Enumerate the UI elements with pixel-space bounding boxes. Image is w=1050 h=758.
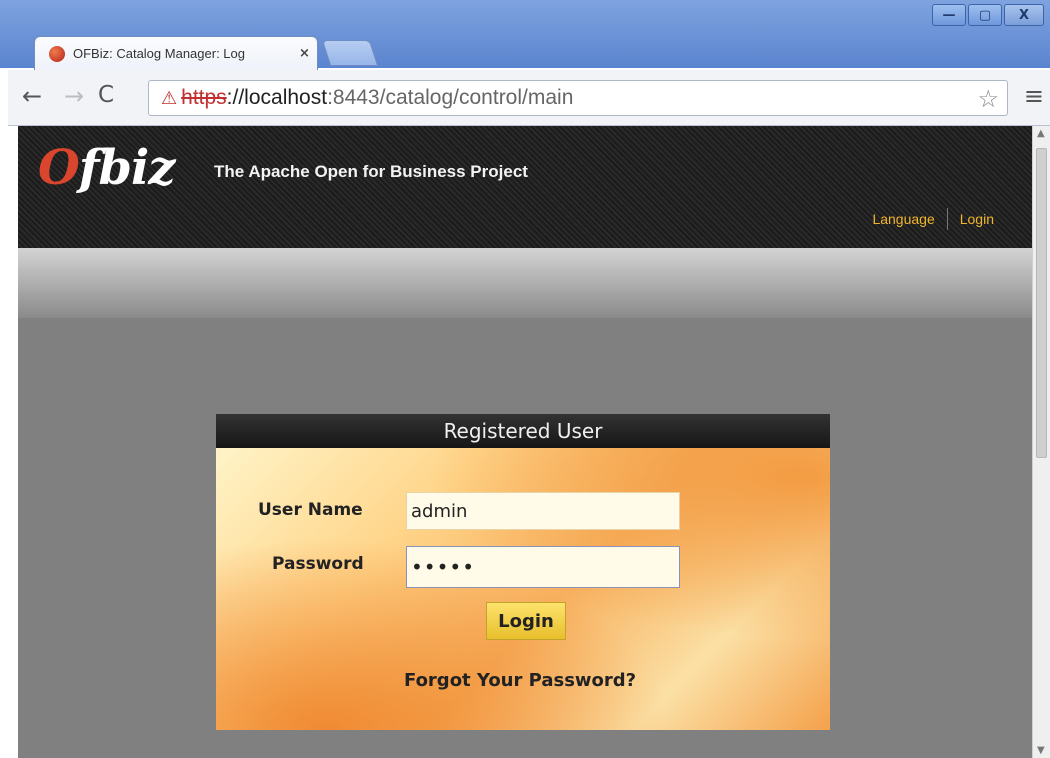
- lock-warning-icon: ⚠: [161, 87, 178, 108]
- window-controls: — ▢ X: [932, 4, 1044, 26]
- header-link-divider: [946, 208, 948, 230]
- back-arrow-icon[interactable]: ←: [22, 82, 42, 110]
- username-label: User Name: [258, 500, 363, 520]
- tab-close-icon[interactable]: ×: [299, 46, 310, 61]
- language-link[interactable]: Language: [872, 211, 934, 227]
- new-tab-button[interactable]: [321, 40, 379, 66]
- login-form: User Name Password Login Forgot Your Pas…: [216, 448, 830, 730]
- site-header: Ofbiz The Apache Open for Business Proje…: [18, 126, 1032, 248]
- tab-title: OFBiz: Catalog Manager: Log: [73, 46, 245, 61]
- site-tagline: The Apache Open for Business Project: [214, 162, 528, 181]
- url-host: ://localhost: [226, 86, 328, 109]
- forgot-password-link[interactable]: Forgot Your Password?: [404, 670, 636, 691]
- scrollbar-thumb[interactable]: [1036, 148, 1047, 458]
- close-window-button[interactable]: X: [1004, 4, 1044, 26]
- browser-titlebar: — ▢ X OFBiz: Catalog Manager: Log ×: [0, 0, 1050, 70]
- browser-toolbar: ← → C ⚠ https ://localhost :8443/catalog…: [8, 70, 1050, 126]
- reload-icon[interactable]: C: [98, 82, 114, 108]
- forward-arrow-icon[interactable]: →: [64, 82, 84, 110]
- address-bar[interactable]: ⚠ https ://localhost :8443/catalog/contr…: [148, 80, 1008, 116]
- header-links: Language Login: [872, 208, 994, 230]
- page-viewport: Ofbiz The Apache Open for Business Proje…: [18, 126, 1032, 758]
- minimize-button[interactable]: —: [932, 4, 966, 26]
- url-path: :8443/catalog/control/main: [327, 86, 574, 109]
- menu-icon[interactable]: ≡: [1024, 82, 1044, 110]
- url-scheme: https: [181, 86, 227, 109]
- ofbiz-logo[interactable]: Ofbiz: [38, 140, 176, 196]
- vertical-scrollbar[interactable]: ▲ ▼: [1032, 126, 1050, 758]
- scroll-up-icon[interactable]: ▲: [1037, 128, 1045, 139]
- favicon-icon: [49, 45, 65, 62]
- scroll-down-icon[interactable]: ▼: [1037, 745, 1045, 756]
- login-button[interactable]: Login: [486, 602, 566, 640]
- maximize-button[interactable]: ▢: [968, 4, 1002, 26]
- login-link[interactable]: Login: [960, 211, 994, 227]
- header-gradient-band: [18, 248, 1032, 318]
- password-label: Password: [272, 554, 364, 574]
- login-panel-title: Registered User: [216, 414, 830, 448]
- star-icon[interactable]: ☆: [977, 85, 999, 114]
- password-input[interactable]: [406, 546, 680, 588]
- login-panel: Registered User User Name Password Login…: [216, 414, 830, 730]
- active-tab[interactable]: OFBiz: Catalog Manager: Log ×: [34, 36, 318, 70]
- username-input[interactable]: [406, 492, 680, 530]
